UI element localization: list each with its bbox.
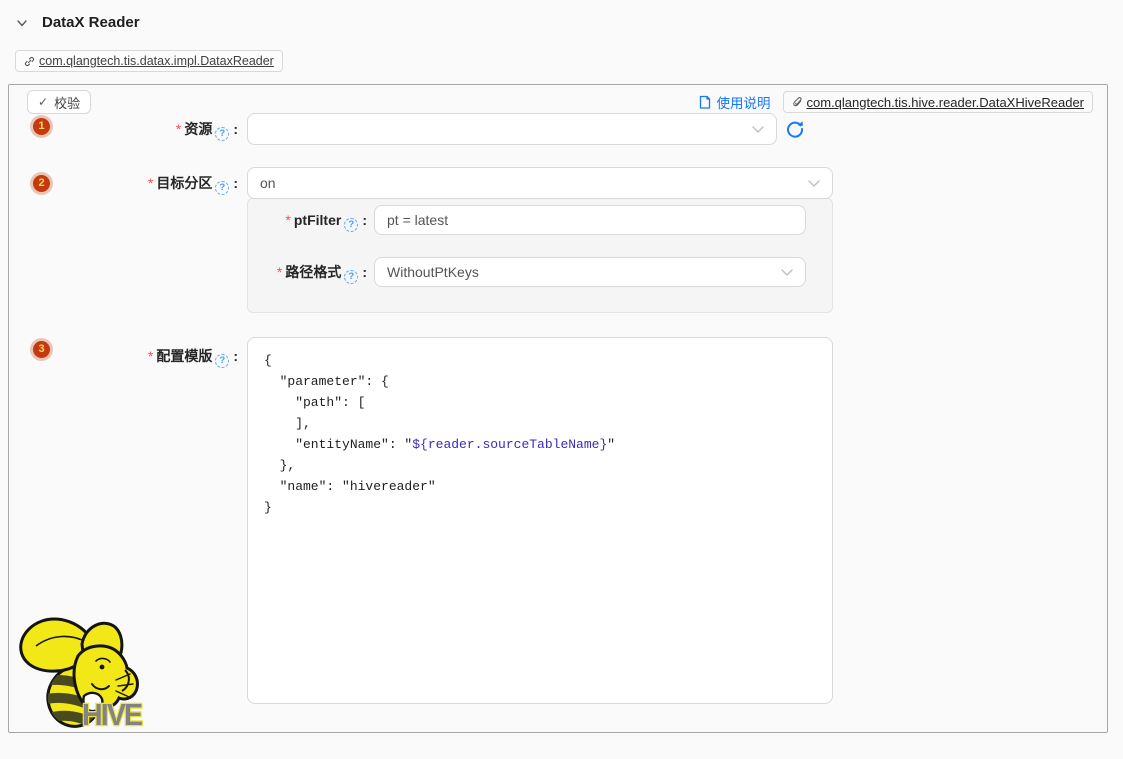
question-circle-icon[interactable]: ? — [344, 270, 358, 284]
pathformat-select-value: WithoutPtKeys — [387, 264, 479, 280]
base-class-tag-label: com.qlangtech.tis.datax.impl.DataxReader — [39, 54, 274, 68]
partition-select-value: on — [260, 175, 276, 191]
check-icon: ✓ — [38, 95, 48, 109]
page-title: DataX Reader — [42, 14, 140, 31]
required-mark: * — [277, 264, 282, 280]
base-class-tag[interactable]: com.qlangtech.tis.datax.impl.DataxReader — [15, 50, 283, 72]
collapse-chevron-icon[interactable] — [16, 18, 28, 28]
pathformat-field-label: *路径格式?: — [248, 262, 367, 284]
hive-logo-text: HIVE — [82, 698, 142, 732]
resource-select[interactable] — [247, 113, 777, 145]
pathformat-select[interactable]: WithoutPtKeys — [374, 257, 806, 287]
question-circle-icon[interactable]: ? — [215, 354, 229, 368]
required-mark: * — [285, 212, 290, 228]
ptfilter-input[interactable] — [374, 205, 806, 235]
resource-field-label: *资源?: — [9, 119, 238, 141]
code-content: { "parameter": { "path": [ ], "entityNam… — [264, 350, 816, 518]
chevron-down-icon — [781, 269, 793, 276]
question-circle-icon[interactable]: ? — [215, 127, 229, 141]
question-circle-icon[interactable]: ? — [215, 181, 229, 195]
ptfilter-field-label: *ptFilter?: — [248, 210, 367, 232]
required-mark: * — [148, 348, 153, 364]
usage-doc-label: 使用说明 — [717, 92, 771, 112]
chevron-down-icon — [752, 126, 764, 133]
validate-button-label: 校验 — [54, 93, 80, 112]
plugin-form-panel: ✓ 校验 使用说明 com.qlangtech.tis.hive.reader.… — [8, 84, 1108, 733]
hive-logo: HIVE — [12, 612, 148, 734]
impl-class-tag-label: com.qlangtech.tis.hive.reader.DataXHiveR… — [807, 95, 1084, 110]
template-field-label: *配置模版?: — [9, 346, 238, 368]
refresh-icon[interactable] — [786, 120, 804, 138]
validate-button[interactable]: ✓ 校验 — [27, 90, 91, 114]
document-icon — [698, 95, 712, 110]
link-icon — [24, 56, 35, 67]
question-circle-icon[interactable]: ? — [344, 218, 358, 232]
partition-field-label: *目标分区?: — [9, 173, 238, 195]
chevron-down-icon — [808, 180, 820, 187]
panel-toolbar-right: 使用说明 com.qlangtech.tis.hive.reader.DataX… — [698, 91, 1093, 113]
usage-doc-link[interactable]: 使用说明 — [698, 92, 771, 112]
required-mark: * — [148, 175, 153, 191]
config-template-editor[interactable]: { "parameter": { "path": [ ], "entityNam… — [247, 337, 833, 704]
partition-subform-panel: *ptFilter?: *路径格式?: WithoutPtKeys — [247, 198, 833, 313]
paperclip-icon — [792, 96, 803, 108]
impl-class-tag[interactable]: com.qlangtech.tis.hive.reader.DataXHiveR… — [783, 91, 1093, 113]
partition-select[interactable]: on — [247, 167, 833, 199]
required-mark: * — [176, 121, 181, 137]
